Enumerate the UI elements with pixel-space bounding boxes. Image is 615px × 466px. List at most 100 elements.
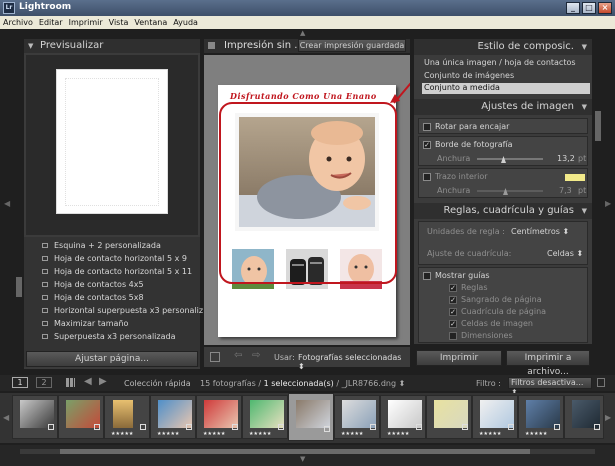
print-button[interactable]: Imprimir xyxy=(416,350,502,366)
page-2-button[interactable]: 2 xyxy=(36,377,52,388)
border-width-value[interactable]: 13,2 xyxy=(557,154,575,163)
photo-border-row: ✓ Borde de fotografía Anchura 13,2 pt xyxy=(418,136,588,166)
filmstrip-thumb[interactable] xyxy=(12,395,58,439)
rotate-to-fit-row[interactable]: Rotar para encajar xyxy=(418,118,588,134)
guide-rulers-checkbox[interactable]: ✓ xyxy=(449,283,457,292)
ruler-units-label: Unidades de regla : xyxy=(427,227,505,236)
photo-border-checkbox[interactable]: ✓ xyxy=(423,140,431,149)
grid-snap-select[interactable]: Celdas ⬍ xyxy=(547,249,583,258)
filmstrip-thumb[interactable]: ★★★★★ xyxy=(104,395,150,439)
filmstrip-thumb[interactable]: ★★★★★ xyxy=(334,395,380,439)
back-arrow-icon[interactable]: ◀ xyxy=(84,376,92,387)
template-icon xyxy=(42,269,48,274)
next-page-icon[interactable]: ⇨ xyxy=(252,350,260,361)
inner-stroke-checkbox[interactable] xyxy=(423,172,431,181)
template-item[interactable]: Maximizar tamaño xyxy=(38,317,200,330)
template-item[interactable]: Hoja de contactos 4x5 xyxy=(38,278,200,291)
rotate-checkbox[interactable] xyxy=(423,122,431,131)
guide-image-cells-checkbox[interactable]: ✓ xyxy=(449,319,457,328)
chevron-down-icon: ⬍ xyxy=(398,379,406,388)
preview-guides xyxy=(65,78,159,206)
filter-select[interactable]: Filtros desactiva... ⬍ xyxy=(508,377,592,397)
template-item[interactable]: Hoja de contacto horizontal 5 x 11 xyxy=(38,265,200,278)
preview-header[interactable]: ▼ Previsualizar xyxy=(24,39,200,53)
filmstrip-right-icon[interactable]: ▶ xyxy=(605,413,611,422)
filmstrip-thumb[interactable]: ★★★★★ xyxy=(518,395,564,439)
collection-name[interactable]: Colección rápida xyxy=(124,379,191,388)
print-title: Impresión sin ... xyxy=(224,40,304,51)
template-item[interactable]: Esquina + 2 personalizada xyxy=(38,239,200,252)
left-panel-toggle-icon[interactable]: ◀ xyxy=(4,199,10,208)
collapse-triangle-icon: ▼ xyxy=(581,103,587,111)
template-icon xyxy=(42,282,48,287)
filmstrip-thumb-selected[interactable] xyxy=(288,393,334,441)
create-saved-print-button[interactable]: Crear impresión guardada xyxy=(298,39,406,52)
template-icon xyxy=(42,256,48,261)
layout-option-single[interactable]: Una única imagen / hoja de contactos xyxy=(424,58,576,67)
chevron-down-icon: ⬍ xyxy=(562,227,570,236)
menu-vista[interactable]: Vista xyxy=(106,16,132,27)
chevron-down-icon: ⬍ xyxy=(298,362,305,371)
filmstrip-thumb[interactable]: ★★★★★ xyxy=(242,395,288,439)
menu-imprimir[interactable]: Imprimir xyxy=(66,16,106,27)
inner-stroke-width-value[interactable]: 7,3 xyxy=(559,186,572,195)
inner-stroke-color-swatch[interactable] xyxy=(565,174,585,181)
collapse-triangle-icon: ▼ xyxy=(28,42,34,50)
menu-ayuda[interactable]: Ayuda xyxy=(170,16,201,27)
use-selector[interactable]: Fotografías seleccionadas ⬍ xyxy=(298,353,410,371)
guide-bleed-checkbox[interactable]: ✓ xyxy=(449,295,457,304)
template-list: Esquina + 2 personalizada Hoja de contac… xyxy=(24,237,211,367)
template-item[interactable]: Hoja de contacto horizontal 5 x 9 xyxy=(38,252,200,265)
maximize-icon[interactable]: □ xyxy=(582,2,596,14)
inner-stroke-slider[interactable] xyxy=(477,190,543,192)
layout-style-title: Estilo de composic. xyxy=(477,41,574,52)
filmstrip-left-icon[interactable]: ◀ xyxy=(3,413,9,422)
guide-dimensions-checkbox[interactable] xyxy=(449,331,457,340)
template-icon xyxy=(42,334,48,339)
filmstrip-thumb[interactable] xyxy=(564,395,604,439)
menu-bar: Archivo Editar Imprimir Vista Ventana Ayuda xyxy=(0,16,615,29)
right-scroll-handle[interactable] xyxy=(595,111,601,141)
filmstrip-thumb[interactable]: ★★★★★ xyxy=(472,395,518,439)
image-settings-header[interactable]: Ajustes de imagen ▼ xyxy=(414,99,592,115)
top-panel-toggle-icon[interactable]: ▲ xyxy=(300,29,305,37)
template-item[interactable]: Hoja de contactos 5x8 xyxy=(38,291,200,304)
page-1-button[interactable]: 1 xyxy=(12,377,28,388)
filmstrip-scrollbar[interactable] xyxy=(20,449,595,454)
layout-option-custom[interactable]: Conjunto a medida xyxy=(422,83,590,94)
filter-lock-icon[interactable] xyxy=(597,378,605,387)
minimize-icon[interactable]: _ xyxy=(566,2,580,14)
layout-style-header[interactable]: Estilo de composic. ▼ xyxy=(414,39,592,55)
menu-archivo[interactable]: Archivo xyxy=(0,16,36,27)
select-box-icon[interactable] xyxy=(210,352,220,362)
filmstrip-thumb[interactable] xyxy=(58,395,104,439)
left-scroll-handle[interactable] xyxy=(16,277,22,297)
rulers-title: Reglas, cuadrícula y guías xyxy=(443,205,575,216)
grid-view-icon[interactable] xyxy=(66,378,75,387)
menu-editar[interactable]: Editar xyxy=(36,16,66,27)
ruler-units-select[interactable]: Centímetros ⬍ xyxy=(511,227,569,236)
bottom-panel-toggle-icon[interactable]: ▼ xyxy=(300,455,305,463)
template-item[interactable]: Superpuesta x3 personalizada xyxy=(38,330,200,343)
border-width-slider[interactable] xyxy=(477,158,543,160)
template-item[interactable]: Horizontal superpuesta x3 personaliz... xyxy=(38,304,211,317)
filmstrip-thumb[interactable]: ★★★★★ xyxy=(380,395,426,439)
right-panel-toggle-icon[interactable]: ▶ xyxy=(605,199,611,208)
filmstrip-scroll-thumb[interactable] xyxy=(60,449,530,454)
menu-ventana[interactable]: Ventana xyxy=(131,16,170,27)
filmstrip-thumb[interactable] xyxy=(426,395,472,439)
rulers-header[interactable]: Reglas, cuadrícula y guías ▼ xyxy=(414,203,592,219)
print-to-file-button[interactable]: Imprimir a archivo... xyxy=(506,350,590,377)
prev-page-icon[interactable]: ⇦ xyxy=(234,350,242,361)
template-icon xyxy=(42,308,48,313)
page-setup-button[interactable]: Ajustar página... xyxy=(26,351,198,367)
layout-option-package[interactable]: Conjunto de imágenes xyxy=(424,71,514,80)
guide-page-grid-checkbox[interactable]: ✓ xyxy=(449,307,457,316)
filmstrip-thumb[interactable]: ★★★★★ xyxy=(196,395,242,439)
filmstrip-thumb[interactable]: ★★★★★ xyxy=(150,395,196,439)
lightroom-app-icon: Lr xyxy=(3,2,15,14)
show-guides-checkbox[interactable] xyxy=(423,271,431,280)
forward-arrow-icon[interactable]: ▶ xyxy=(99,376,107,387)
filter-label: Filtro : xyxy=(476,379,501,388)
close-icon[interactable]: × xyxy=(598,2,612,14)
